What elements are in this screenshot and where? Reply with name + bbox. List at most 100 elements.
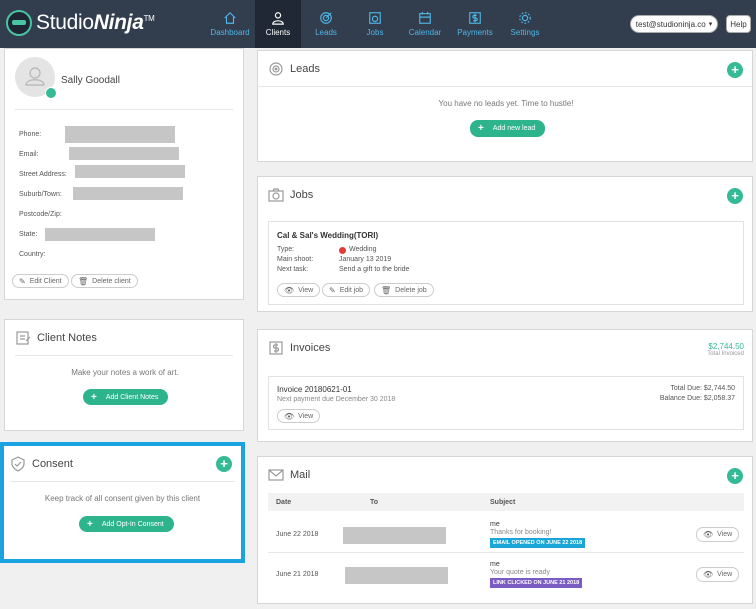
client-notes-header: Client Notes [15,320,233,356]
gear-icon [519,12,531,24]
mail-row[interactable]: June 22 2018 me Thanks for booking! EMAI… [268,519,744,553]
studio-ninja-logo[interactable]: StudioNinjaTM [6,10,155,36]
view-job-button[interactable]: 👁 View [277,283,321,297]
target-icon [320,12,332,24]
phone-label: Phone: [19,131,42,138]
dollar-icon [469,12,481,24]
job-type-value: Wedding [349,246,377,253]
invoice-dollar-icon [268,340,284,356]
invoice-balance-due: Balance Due: $2,058.37 [659,395,735,402]
top-nav-bar: StudioNinjaTM Dashboard Clients Leads Jo… [0,0,756,48]
nav-payments[interactable]: Payments [451,0,499,48]
add-job-plus-button[interactable]: + [727,188,743,204]
mail-table-header: Date To Subject [268,493,744,511]
mail-table: Date To Subject June 22 2018 me Thanks f… [268,493,744,601]
leads-empty-text: You have no leads yet. Time to hustle! [438,99,574,108]
invoices-total-label: Total Invoiced [707,351,744,357]
mail-header: Mail [258,457,752,493]
shield-check-icon [10,455,26,472]
street-value-redacted [75,165,185,178]
trash-icon: 🗑 [381,285,392,295]
mail-card: Mail + Date To Subject June 22 2018 me T… [257,456,753,604]
edit-client-button[interactable]: ✎ Edit Client [12,274,69,288]
trash-icon: 🗑 [78,276,89,286]
consent-header: Consent [10,446,235,482]
invoice-next-payment: Next payment due December 30 2018 [277,396,396,403]
mail-date: June 22 2018 [276,531,319,538]
nav-clients[interactable]: Clients [255,0,301,48]
add-new-lead-button[interactable]: + Add new lead [470,120,546,137]
mail-subject: Thanks for booking! [490,529,552,536]
consent-empty-text: Keep track of all consent given by this … [44,494,201,503]
eye-icon: 👁 [284,285,295,295]
job-item[interactable]: Cal & Sal's Wedding(TORI) Type: Wedding … [268,221,744,305]
nav-calendar[interactable]: Calendar [399,0,451,48]
street-label: Street Address: [19,171,67,178]
country-label: Country: [19,251,46,258]
eye-icon: 👁 [703,530,714,539]
mail-from: me [490,561,500,568]
jobs-header: Jobs [258,177,752,213]
job-type-label: Type: [277,246,295,253]
delete-job-button[interactable]: 🗑 Delete job [374,283,434,297]
pencil-icon: ✎ [19,276,26,286]
job-main-shoot-label: Main shoot: [277,256,314,263]
account-menu-button[interactable]: test@studioninja.co ▾ [630,15,718,33]
email-value-redacted [69,147,179,160]
notes-empty-text: Make your notes a work of art. [71,368,179,377]
view-mail-button[interactable]: 👁 View [696,567,740,582]
phone-value-redacted [65,126,175,143]
nav-leads[interactable]: Leads [301,0,351,48]
postcode-label: Postcode/Zip: [19,211,62,218]
delete-client-button[interactable]: 🗑 Delete client [71,274,138,288]
avatar [15,57,57,99]
job-title[interactable]: Cal & Sal's Wedding(TORI) [277,231,378,240]
consent-card: Consent + Keep track of all consent give… [4,446,241,559]
view-mail-button[interactable]: 👁 View [696,527,740,542]
nav-settings[interactable]: Settings [499,0,551,48]
invoice-id[interactable]: Invoice 20180621-01 [277,385,352,394]
email-label: Email: [19,151,39,158]
job-next-task-label: Next task: [277,266,309,273]
compose-mail-plus-button[interactable]: + [727,468,743,484]
invoice-item[interactable]: Invoice 20180621-01 Next payment due Dec… [268,376,744,430]
view-invoice-button[interactable]: 👁 View [277,409,321,423]
camera-icon[interactable] [45,87,57,99]
add-opt-in-consent-button[interactable]: + Add Opt-In Consent [79,516,174,532]
email-opened-badge: EMAIL OPENED ON JUNE 22 2018 [490,538,586,548]
help-button[interactable]: Help [726,15,751,33]
plus-icon: + [478,123,484,134]
edit-job-button[interactable]: ✎ Edit job [322,283,371,297]
add-consent-plus-button[interactable]: + [216,456,232,472]
invoices-header: Invoices [258,330,752,366]
leads-header: Leads [258,51,752,87]
logo-text: StudioNinjaTM [36,11,155,34]
divider [15,109,233,110]
column-subject: Subject [490,499,516,506]
column-to: To [370,499,379,506]
mail-from: me [490,521,500,528]
calendar-icon [419,11,431,24]
plus-icon: + [87,518,93,530]
pencil-icon: ✎ [329,285,336,295]
camera-icon [369,12,381,24]
camera-icon [268,187,284,203]
plus-icon: + [91,391,97,403]
nav-jobs[interactable]: Jobs [351,0,399,48]
nav-dashboard[interactable]: Dashboard [205,0,255,48]
notes-icon [15,330,31,346]
ninja-logo-icon [6,10,32,36]
client-name: Sally Goodall [61,75,120,86]
leads-card: Leads + You have no leads yet. Time to h… [257,50,753,162]
mail-subject: Your quote is ready [490,569,551,576]
add-lead-plus-button[interactable]: + [727,62,743,78]
job-status-dot [339,247,346,254]
add-client-notes-button[interactable]: + Add Client Notes [83,389,169,405]
mail-row[interactable]: June 21 2018 me Your quote is ready LINK… [268,559,744,595]
eye-icon: 👁 [284,411,295,421]
invoice-total-due: Total Due: $2,744.50 [670,385,735,392]
user-icon [272,12,284,25]
eye-icon: 👁 [703,570,714,579]
home-icon [224,11,236,24]
jobs-card: Jobs + Cal & Sal's Wedding(TORI) Type: W… [257,176,753,312]
